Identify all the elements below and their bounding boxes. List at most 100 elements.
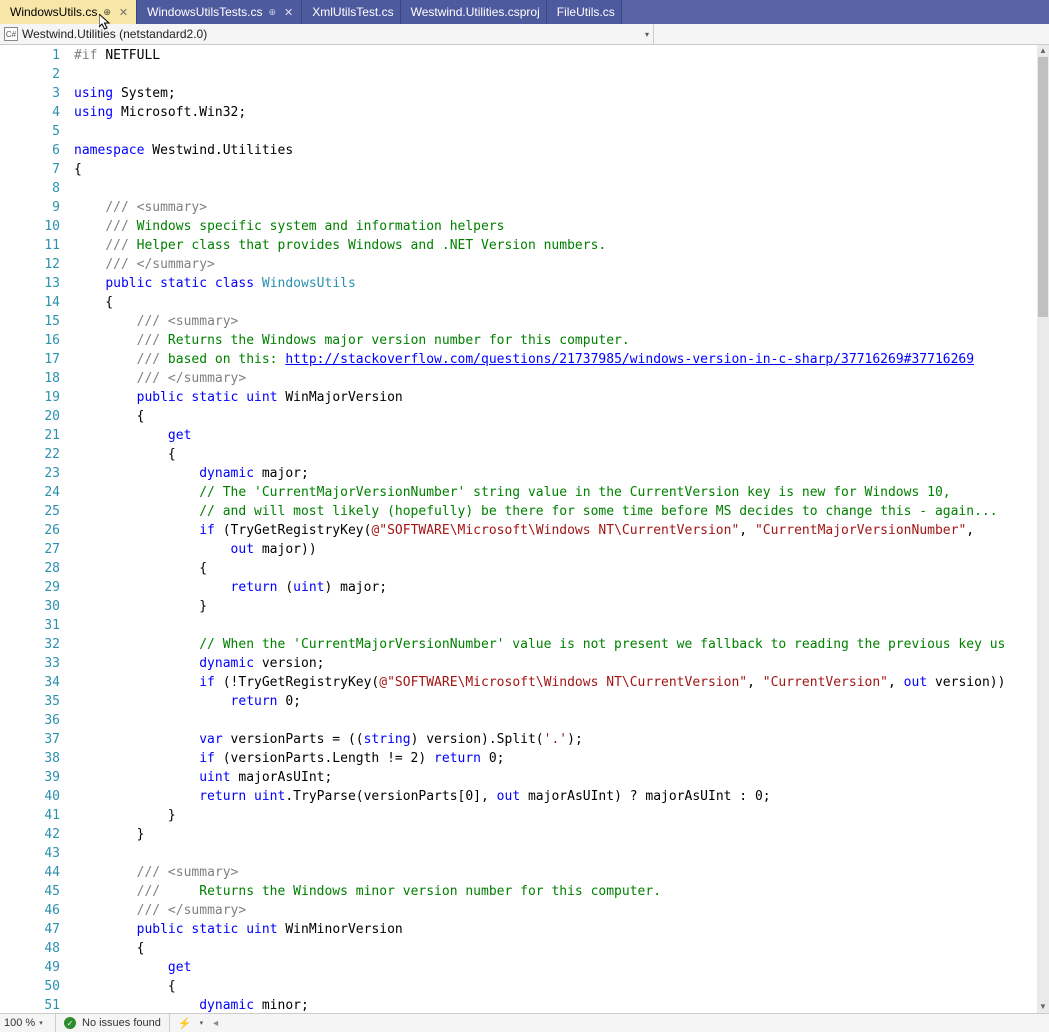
dropdown-icon[interactable]: ▾: [39, 1019, 43, 1027]
line-number: 49: [16, 958, 60, 977]
code-line[interactable]: dynamic major;: [74, 464, 1049, 483]
code-line[interactable]: /// Windows specific system and informat…: [74, 217, 1049, 236]
code-line[interactable]: {: [74, 977, 1049, 996]
code-line[interactable]: if (TryGetRegistryKey(@"SOFTWARE\Microso…: [74, 521, 1049, 540]
line-number: 3: [16, 84, 60, 103]
code-line[interactable]: {: [74, 939, 1049, 958]
code-line[interactable]: // When the 'CurrentMajorVersionNumber' …: [74, 635, 1049, 654]
line-number: 42: [16, 825, 60, 844]
scroll-up-icon[interactable]: ▲: [1037, 45, 1049, 57]
code-line[interactable]: /// Helper class that provides Windows a…: [74, 236, 1049, 255]
code-line[interactable]: /// </summary>: [74, 901, 1049, 920]
code-line[interactable]: namespace Westwind.Utilities: [74, 141, 1049, 160]
code-line[interactable]: {: [74, 293, 1049, 312]
code-line[interactable]: /// <summary>: [74, 312, 1049, 331]
code-line[interactable]: {: [74, 407, 1049, 426]
issues-text: No issues found: [82, 1017, 161, 1029]
line-number: 20: [16, 407, 60, 426]
tab-csproj[interactable]: Westwind.Utilities.csproj: [401, 0, 547, 24]
code-line[interactable]: // The 'CurrentMajorVersionNumber' strin…: [74, 483, 1049, 502]
code-line[interactable]: {: [74, 559, 1049, 578]
pin-icon[interactable]: ⊕: [268, 7, 276, 18]
line-number: 27: [16, 540, 60, 559]
code-line[interactable]: var versionParts = ((string) version).Sp…: [74, 730, 1049, 749]
code-line[interactable]: }: [74, 825, 1049, 844]
line-number: 14: [16, 293, 60, 312]
code-line[interactable]: public static uint WinMinorVersion: [74, 920, 1049, 939]
pin-icon[interactable]: ⊕: [103, 7, 111, 18]
editor-tab-bar: WindowsUtils.cs ⊕ ✕ WindowsUtilsTests.cs…: [0, 0, 1049, 24]
line-number: 17: [16, 350, 60, 369]
zoom-dropdown[interactable]: 100 % ▾: [0, 1014, 56, 1032]
tab-xmlutilstest[interactable]: XmlUtilsTest.cs: [302, 0, 400, 24]
close-icon[interactable]: ✕: [117, 6, 130, 19]
code-line[interactable]: public static uint WinMajorVersion: [74, 388, 1049, 407]
scroll-thumb[interactable]: [1038, 57, 1048, 317]
line-number: 35: [16, 692, 60, 711]
code-line[interactable]: return 0;: [74, 692, 1049, 711]
code-line[interactable]: return uint.TryParse(versionParts[0], ou…: [74, 787, 1049, 806]
code-line[interactable]: using Microsoft.Win32;: [74, 103, 1049, 122]
tab-windowsutilstests[interactable]: WindowsUtilsTests.cs ⊕ ✕: [137, 0, 302, 24]
code-line[interactable]: using System;: [74, 84, 1049, 103]
line-number: 34: [16, 673, 60, 692]
code-line[interactable]: /// Returns the Windows minor version nu…: [74, 882, 1049, 901]
code-line[interactable]: [74, 711, 1049, 730]
close-icon[interactable]: ✕: [282, 6, 295, 19]
caret-left-icon[interactable]: ◂: [209, 1018, 218, 1029]
code-line[interactable]: if (!TryGetRegistryKey(@"SOFTWARE\Micros…: [74, 673, 1049, 692]
line-number: 7: [16, 160, 60, 179]
line-number-gutter: 1234567891011121314151617181920212223242…: [16, 45, 74, 1013]
code-line[interactable]: /// </summary>: [74, 369, 1049, 388]
code-line[interactable]: out major)): [74, 540, 1049, 559]
code-line[interactable]: dynamic minor;: [74, 996, 1049, 1013]
line-number: 36: [16, 711, 60, 730]
code-line[interactable]: [74, 65, 1049, 84]
code-line[interactable]: {: [74, 445, 1049, 464]
line-number: 44: [16, 863, 60, 882]
code-line[interactable]: }: [74, 597, 1049, 616]
vertical-scrollbar[interactable]: ▲ ▼: [1037, 45, 1049, 1013]
code-surface[interactable]: #if NETFULL using System;using Microsoft.…: [74, 45, 1049, 1013]
code-line[interactable]: /// </summary>: [74, 255, 1049, 274]
code-line[interactable]: return (uint) major;: [74, 578, 1049, 597]
code-line[interactable]: get: [74, 958, 1049, 977]
line-number: 22: [16, 445, 60, 464]
line-number: 47: [16, 920, 60, 939]
line-number: 31: [16, 616, 60, 635]
code-line[interactable]: {: [74, 160, 1049, 179]
code-line[interactable]: if (versionParts.Length != 2) return 0;: [74, 749, 1049, 768]
code-line[interactable]: [74, 122, 1049, 141]
lightning-icon[interactable]: ⚡: [170, 1017, 200, 1030]
line-number: 12: [16, 255, 60, 274]
tab-label: WindowsUtilsTests.cs: [147, 5, 262, 19]
tab-windowsutils[interactable]: WindowsUtils.cs ⊕ ✕: [0, 0, 137, 24]
line-number: 51: [16, 996, 60, 1015]
line-number: 23: [16, 464, 60, 483]
code-line[interactable]: [74, 616, 1049, 635]
line-number: 29: [16, 578, 60, 597]
tab-fileutils[interactable]: FileUtils.cs: [547, 0, 622, 24]
scope-dropdown[interactable]: C# Westwind.Utilities (netstandard2.0) ▾: [0, 24, 654, 44]
scroll-down-icon[interactable]: ▼: [1037, 1001, 1049, 1013]
code-line[interactable]: }: [74, 806, 1049, 825]
dropdown-icon[interactable]: ▾: [200, 1019, 210, 1027]
code-line[interactable]: /// <summary>: [74, 198, 1049, 217]
code-line[interactable]: // and will most likely (hopefully) be t…: [74, 502, 1049, 521]
member-dropdown[interactable]: [654, 24, 1049, 44]
issues-indicator[interactable]: ✓ No issues found: [56, 1014, 170, 1032]
code-editor[interactable]: 1234567891011121314151617181920212223242…: [0, 45, 1049, 1013]
code-line[interactable]: #if NETFULL: [74, 46, 1049, 65]
line-number: 45: [16, 882, 60, 901]
code-line[interactable]: uint majorAsUInt;: [74, 768, 1049, 787]
code-line[interactable]: /// based on this: http://stackoverflow.…: [74, 350, 1049, 369]
dropdown-icon[interactable]: ▾: [645, 30, 649, 39]
line-number: 41: [16, 806, 60, 825]
code-line[interactable]: /// <summary>: [74, 863, 1049, 882]
code-line[interactable]: get: [74, 426, 1049, 445]
code-line[interactable]: /// Returns the Windows major version nu…: [74, 331, 1049, 350]
code-line[interactable]: public static class WindowsUtils: [74, 274, 1049, 293]
code-line[interactable]: dynamic version;: [74, 654, 1049, 673]
code-line[interactable]: [74, 844, 1049, 863]
code-line[interactable]: [74, 179, 1049, 198]
